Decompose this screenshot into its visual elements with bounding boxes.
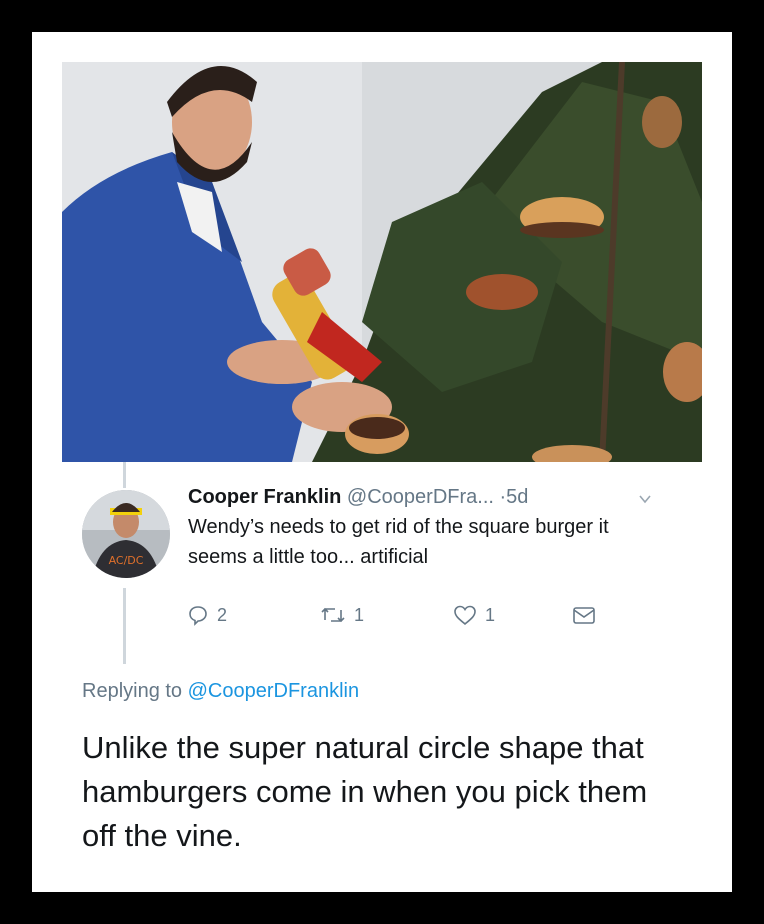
reply-icon — [187, 604, 209, 626]
chevron-down-icon[interactable] — [638, 492, 652, 506]
thread-line-top — [123, 462, 126, 488]
dm-action[interactable] — [572, 604, 596, 626]
tweet-text: Wendy’s needs to get rid of the square b… — [188, 516, 609, 568]
reply-action[interactable]: 2 — [187, 604, 227, 626]
replying-mention[interactable]: @CooperDFranklin — [188, 680, 359, 702]
reply-count: 2 — [217, 604, 228, 625]
tweet-header: Cooper Franklin @CooperDFra... ·5d — [188, 483, 528, 511]
photo-illustration — [62, 62, 702, 462]
like-action[interactable]: 1 — [453, 604, 495, 626]
author-name[interactable]: Cooper Franklin — [188, 486, 341, 508]
envelope-icon — [572, 604, 596, 626]
tweet-time[interactable]: 5d — [506, 486, 528, 508]
svg-text:AC/DC: AC/DC — [109, 554, 144, 567]
retweet-action[interactable]: 1 — [320, 604, 364, 626]
replying-to: Replying to @CooperDFranklin — [82, 680, 359, 703]
avatar-illustration: AC/DC — [82, 490, 170, 578]
retweet-icon — [320, 604, 346, 626]
like-count: 1 — [485, 604, 496, 625]
reply-text: Unlike the super natural circle shape th… — [82, 730, 648, 853]
screenshot-card: AC/DC Cooper Franklin @CooperDFra... ·5d… — [32, 32, 732, 892]
replying-prefix: Replying to — [82, 680, 183, 702]
retweet-count: 1 — [354, 604, 365, 625]
avatar[interactable]: AC/DC — [82, 490, 170, 578]
tweet-actions: 2 1 1 — [32, 604, 732, 632]
heart-icon — [453, 604, 477, 626]
author-handle[interactable]: @CooperDFra... — [347, 486, 494, 508]
tweet-photo[interactable] — [62, 62, 702, 462]
